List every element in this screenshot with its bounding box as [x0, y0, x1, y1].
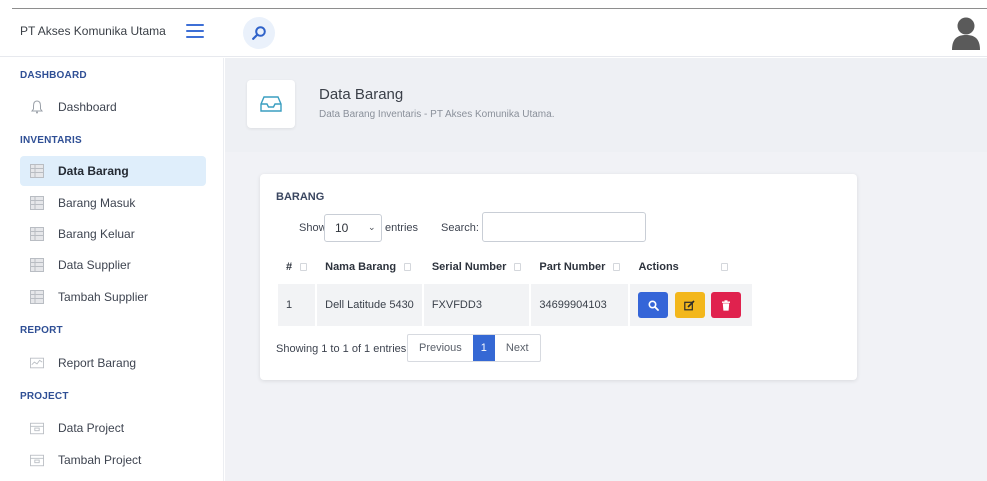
sidebar-item-data-supplier[interactable]: Data Supplier — [20, 250, 206, 280]
inbox-icon — [247, 80, 295, 128]
sort-icon — [514, 263, 522, 272]
edit-button[interactable] — [674, 292, 705, 318]
barang-table: # Nama Barang Serial Number Part Number … — [276, 250, 754, 328]
sidebar-item-data-barang[interactable]: Data Barang — [20, 156, 206, 186]
sidebar-item-label: Data Project — [58, 421, 125, 435]
sidebar-item-dashboard[interactable]: Dashboard — [20, 92, 206, 122]
table-row: 1 Dell Latitude 5430 FXVFDD3 34699904103 — [278, 284, 752, 326]
sidebar-item-label: Dashboard — [58, 100, 117, 114]
sort-icon — [404, 263, 412, 272]
cell-nama-barang: Dell Latitude 5430 — [317, 284, 422, 326]
search-label: Search: — [441, 222, 479, 234]
sidebar-item-label: Tambah Supplier — [58, 290, 149, 304]
cell-serial-number: FXVFDD3 — [423, 284, 530, 326]
cell-no: 1 — [278, 284, 316, 326]
header-search-button[interactable] — [243, 17, 275, 49]
search-icon — [648, 299, 659, 311]
sidebar-item-barang-masuk[interactable]: Barang Masuk — [20, 188, 206, 218]
sort-icon — [300, 263, 308, 272]
barang-card: BARANG Show 10 ⌄ entries Search: # Nama … — [260, 174, 857, 380]
section-report: REPORT — [20, 325, 63, 336]
sidebar-item-label: Tambah Project — [58, 453, 142, 467]
delete-button[interactable] — [710, 292, 741, 318]
table-header-row: # Nama Barang Serial Number Part Number … — [278, 252, 752, 282]
chevron-down-icon: ⌄ — [368, 222, 376, 232]
column-header-nama-barang[interactable]: Nama Barang — [317, 252, 422, 282]
entries-select[interactable]: 10 ⌄ — [324, 214, 382, 242]
sidebar-item-label: Data Supplier — [58, 258, 131, 272]
entries-label: entries — [385, 222, 419, 234]
edit-icon — [684, 299, 695, 310]
sidebar: DASHBOARD Dashboard INVENTARIS Data Bara… — [0, 58, 224, 481]
showing-entries-text: Showing 1 to 1 of 1 entries — [276, 343, 406, 355]
entries-value: 10 — [335, 221, 349, 235]
sidebar-item-label: Barang Keluar — [58, 227, 135, 241]
column-header-part-number[interactable]: Part Number — [531, 252, 629, 282]
folder-icon — [30, 453, 44, 467]
report-icon — [30, 356, 44, 370]
search-icon — [252, 26, 266, 40]
user-avatar-icon[interactable] — [951, 16, 981, 50]
sort-icon — [613, 263, 621, 272]
column-header-serial-number[interactable]: Serial Number — [423, 252, 530, 282]
folder-icon — [30, 421, 44, 435]
sidebar-item-report-barang[interactable]: Report Barang — [20, 348, 206, 378]
sort-icon — [720, 263, 728, 272]
sidebar-item-barang-keluar[interactable]: Barang Keluar — [20, 219, 206, 249]
sidebar-item-label: Data Barang — [58, 164, 129, 178]
page-title-band: Data Barang Data Barang Inventaris - PT … — [225, 58, 987, 152]
sidebar-item-tambah-project[interactable]: Tambah Project — [20, 445, 206, 475]
table-icon — [30, 227, 44, 241]
top-header: PT Akses Komunika Utama — [0, 9, 987, 57]
table-icon — [30, 290, 44, 304]
brand-name: PT Akses Komunika Utama — [20, 24, 166, 38]
cell-actions — [630, 284, 752, 326]
hamburger-icon[interactable] — [186, 24, 204, 38]
section-dashboard: DASHBOARD — [20, 70, 87, 81]
cell-part-number: 34699904103 — [531, 284, 629, 326]
table-icon — [30, 164, 44, 178]
table-icon — [30, 258, 44, 272]
show-label: Show — [299, 222, 327, 234]
pagination-previous[interactable]: Previous — [408, 335, 473, 361]
column-header-actions[interactable]: Actions — [630, 252, 752, 282]
page-title: Data Barang — [319, 86, 404, 103]
section-inventaris: INVENTARIS — [20, 135, 82, 146]
pagination: Previous 1 Next — [407, 334, 541, 362]
sidebar-item-label: Report Barang — [58, 356, 137, 370]
column-header-no[interactable]: # — [278, 252, 316, 282]
section-project: PROJECT — [20, 391, 69, 402]
trash-icon — [721, 299, 730, 311]
pagination-page-1[interactable]: 1 — [472, 335, 495, 361]
card-title: BARANG — [276, 191, 325, 203]
sidebar-item-data-project[interactable]: Data Project — [20, 413, 206, 443]
pagination-next[interactable]: Next — [495, 335, 540, 361]
table-search-input[interactable] — [482, 212, 646, 242]
table-icon — [30, 196, 44, 210]
page-subtitle: Data Barang Inventaris - PT Akses Komuni… — [319, 109, 555, 120]
main-content: Data Barang Data Barang Inventaris - PT … — [225, 58, 987, 481]
sidebar-item-tambah-supplier[interactable]: Tambah Supplier — [20, 282, 206, 312]
view-button[interactable] — [638, 292, 669, 318]
bell-icon — [30, 100, 44, 114]
sidebar-item-label: Barang Masuk — [58, 196, 136, 210]
